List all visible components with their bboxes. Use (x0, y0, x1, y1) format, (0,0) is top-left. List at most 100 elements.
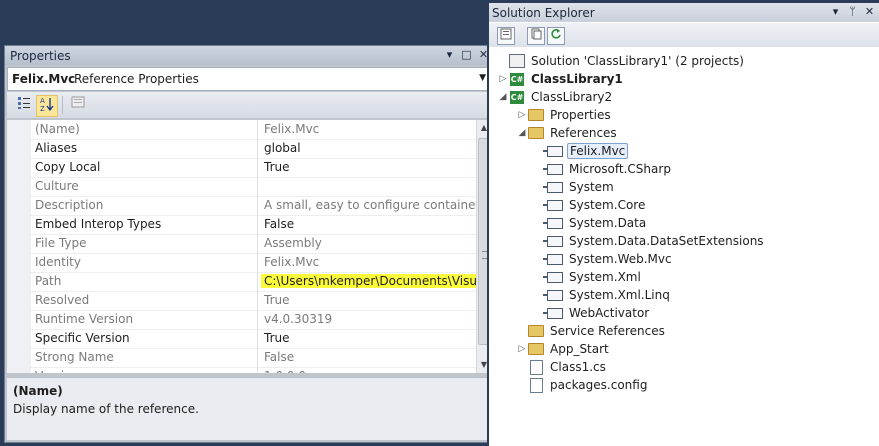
property-row[interactable]: Culture (7, 177, 477, 197)
show-all-files-icon[interactable] (527, 27, 545, 45)
property-row[interactable]: Strong Name False (7, 348, 477, 368)
tree-item-label: WebActivator (569, 306, 650, 320)
column-divider[interactable] (257, 158, 258, 177)
expander-icon[interactable]: ◢ (516, 128, 528, 138)
property-value[interactable]: False (261, 217, 478, 231)
tree-item[interactable]: ◢ C# ClassLibrary2 (497, 88, 614, 106)
property-name: File Type (35, 236, 87, 250)
tree-item[interactable]: ▷ C# ClassLibrary1 (497, 70, 625, 88)
column-divider[interactable] (257, 310, 258, 329)
property-row[interactable]: Path C:\Users\mkemper\Documents\Visual St (7, 272, 478, 292)
properties-icon[interactable] (497, 27, 515, 45)
property-row[interactable]: Specific Version True (7, 329, 477, 349)
tree-item[interactable]: packages.config (516, 376, 649, 394)
property-value[interactable]: A small, easy to configure container (261, 198, 478, 212)
toolbar-separator (62, 96, 63, 114)
column-divider[interactable] (257, 367, 258, 373)
property-value[interactable]: C:\Users\mkemper\Documents\Visual St (261, 274, 478, 288)
tree-item[interactable]: ◢ References (516, 124, 619, 142)
property-row[interactable]: Copy Local True (7, 158, 477, 178)
close-icon[interactable]: ✕ (863, 5, 876, 19)
property-value[interactable]: True (261, 293, 478, 307)
column-divider[interactable] (257, 234, 258, 253)
column-divider[interactable] (257, 253, 258, 272)
maximize-icon[interactable]: □ (460, 48, 473, 62)
tree-item[interactable]: WebActivator (535, 304, 651, 322)
alphabetical-sort-icon[interactable]: AZ (36, 95, 58, 117)
property-value[interactable]: False (261, 350, 478, 364)
column-divider[interactable] (257, 291, 258, 310)
column-divider[interactable] (257, 329, 258, 348)
column-divider[interactable] (257, 177, 258, 196)
tree-item[interactable]: System.Data (535, 214, 648, 232)
property-value[interactable]: True (261, 331, 478, 345)
reference-icon (543, 162, 563, 176)
column-divider[interactable] (257, 215, 258, 234)
tree-item[interactable]: Felix.Mvc (535, 142, 629, 160)
expander-icon[interactable]: ▷ (516, 344, 528, 354)
property-row[interactable]: Identity Felix.Mvc (7, 253, 477, 273)
expander-icon[interactable]: ▷ (497, 74, 509, 84)
row-gutter (7, 177, 31, 196)
window-position-dropdown-icon[interactable]: ▾ (829, 5, 842, 19)
tree-item-label: ClassLibrary2 (531, 90, 613, 104)
property-value[interactable]: global (261, 141, 478, 155)
row-gutter (7, 215, 31, 234)
solution-explorer-toolbar (489, 23, 879, 47)
solution-explorer-title-bar[interactable]: Solution Explorer ▾ ᛘ ✕ (489, 3, 879, 22)
property-row[interactable]: Resolved True (7, 291, 477, 311)
property-value[interactable]: True (261, 160, 478, 174)
folder-icon (528, 108, 544, 122)
property-value[interactable]: v4.0.30319 (261, 312, 478, 326)
tree-item-label: References (550, 126, 617, 140)
expander-icon[interactable]: ▷ (516, 110, 528, 120)
tree-item[interactable]: ▷ App_Start (516, 340, 611, 358)
tree-item[interactable]: System.Core (535, 196, 647, 214)
column-divider[interactable] (257, 120, 258, 139)
property-value[interactable]: 1.0.0.0 (261, 369, 478, 373)
tree-item[interactable]: Microsoft.CSharp (535, 160, 673, 178)
property-value[interactable]: Felix.Mvc (261, 122, 478, 136)
column-divider[interactable] (257, 196, 258, 215)
property-row[interactable]: File Type Assembly (7, 234, 477, 254)
pin-icon[interactable]: ᛘ (846, 5, 859, 19)
row-gutter (7, 291, 31, 310)
object-selector-dropdown[interactable]: Felix.Mvc Reference Properties ▼ (7, 67, 491, 91)
window-position-dropdown-icon[interactable]: ▾ (443, 48, 456, 62)
property-row[interactable]: Aliases global (7, 139, 477, 159)
tree-item[interactable]: System (535, 178, 616, 196)
property-value[interactable]: Felix.Mvc (261, 255, 478, 269)
refresh-icon[interactable] (547, 27, 565, 45)
folder-icon (528, 126, 544, 140)
column-divider[interactable] (257, 348, 258, 367)
property-row[interactable]: Description A small, easy to configure co… (7, 196, 478, 216)
tree-item[interactable]: Service References (516, 322, 667, 340)
chevron-down-icon[interactable]: ▼ (479, 73, 486, 83)
tree-item-label: System.Data (569, 216, 647, 230)
reference-icon (543, 144, 563, 158)
tree-item[interactable]: System.Web.Mvc (535, 250, 674, 268)
property-row[interactable]: Runtime Version v4.0.30319 (7, 310, 477, 330)
tree-item[interactable]: System.Xml.Linq (535, 286, 672, 304)
row-gutter (7, 367, 31, 373)
property-row[interactable]: Embed Interop Types False (7, 215, 477, 235)
categorized-icon[interactable] (13, 95, 35, 117)
properties-title-bar[interactable]: Properties ▾ □ ✕ (5, 46, 493, 65)
tree-item[interactable]: System.Data.DataSetExtensions (535, 232, 766, 250)
tree-item-label: packages.config (550, 378, 648, 392)
tree-item[interactable]: ▷ Properties (516, 106, 613, 124)
column-divider[interactable] (257, 139, 258, 158)
tree-item-label: ClassLibrary1 (531, 72, 623, 86)
tree-item[interactable]: Solution 'ClassLibrary1' (2 projects) (497, 52, 746, 70)
property-row[interactable]: Version 1.0.0.0 (7, 367, 477, 373)
tree-item-label: System.Xml.Linq (569, 288, 670, 302)
property-value[interactable]: Assembly (261, 236, 478, 250)
property-pages-icon[interactable] (67, 95, 89, 117)
column-divider[interactable] (257, 272, 258, 291)
expander-icon[interactable]: ◢ (497, 92, 509, 102)
tree-item[interactable]: System.Xml (535, 268, 643, 286)
tree-item-label: App_Start (550, 342, 609, 356)
property-name: (Name) (35, 122, 80, 136)
property-row[interactable]: (Name) Felix.Mvc (7, 120, 477, 140)
tree-item[interactable]: Class1.cs (516, 358, 608, 376)
